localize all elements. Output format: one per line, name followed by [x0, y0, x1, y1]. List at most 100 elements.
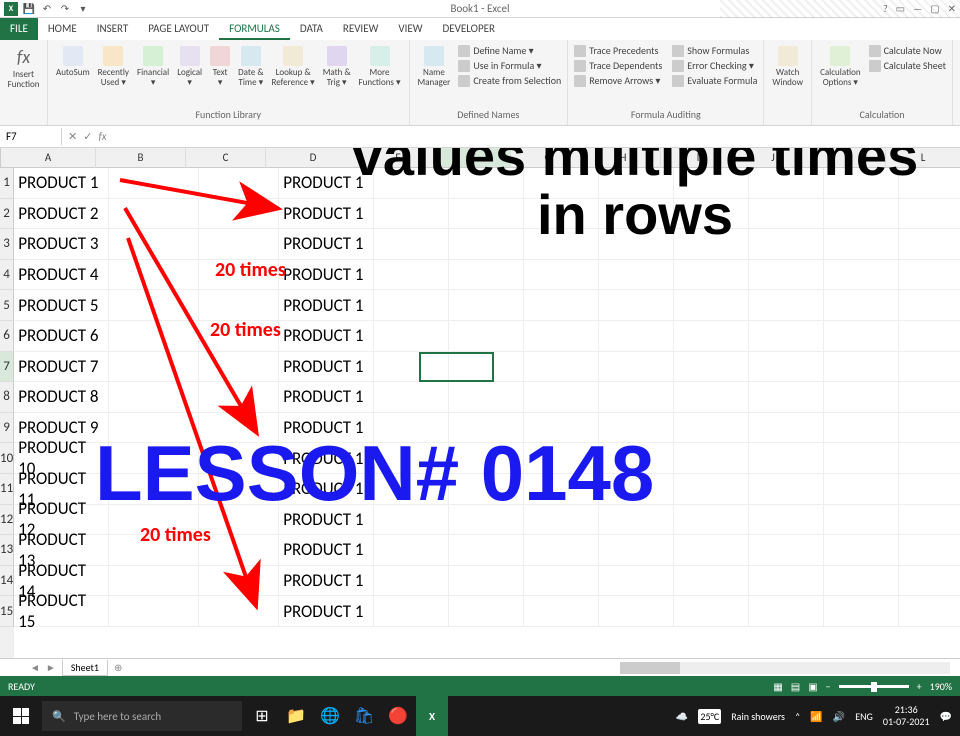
redo-icon[interactable]: ↷	[58, 2, 72, 16]
cell-A1[interactable]: PRODUCT 1	[14, 168, 109, 199]
recently-button[interactable]: Recently Used ▾	[96, 44, 131, 90]
tab-file[interactable]: FILE	[0, 18, 38, 40]
cancel-formula-icon[interactable]: ✕	[68, 130, 77, 143]
cell-C15[interactable]	[199, 596, 279, 627]
cell-L8[interactable]	[899, 382, 960, 413]
cell-G7[interactable]	[524, 352, 599, 383]
cell-H7[interactable]	[599, 352, 674, 383]
tab-formulas[interactable]: FORMULAS	[219, 18, 290, 40]
col-header-L[interactable]: L	[886, 148, 960, 168]
zoom-slider[interactable]	[839, 685, 909, 688]
cell-F9[interactable]	[449, 413, 524, 444]
cell-K14[interactable]	[824, 566, 899, 597]
cell-J1[interactable]	[749, 168, 824, 199]
zoom-in-icon[interactable]: +	[917, 680, 922, 693]
cell-G14[interactable]	[524, 566, 599, 597]
audit-remove-arrows-[interactable]: Remove Arrows ▾	[574, 74, 662, 87]
close-icon[interactable]: ✕	[948, 2, 956, 15]
cell-L12[interactable]	[899, 505, 960, 536]
cell-F15[interactable]	[449, 596, 524, 627]
row-header-15[interactable]: 15	[0, 596, 14, 627]
cell-L9[interactable]	[899, 413, 960, 444]
cell-K15[interactable]	[824, 596, 899, 627]
cell-E13[interactable]	[374, 535, 449, 566]
row-header-9[interactable]: 9	[0, 413, 14, 444]
cell-I7[interactable]	[674, 352, 749, 383]
cell-C10[interactable]	[199, 443, 279, 474]
audit-trace-dependents[interactable]: Trace Dependents	[574, 59, 662, 72]
col-header-K[interactable]: K	[811, 148, 886, 168]
cell-C4[interactable]	[199, 260, 279, 291]
tab-home[interactable]: HOME	[38, 18, 87, 40]
cell-E9[interactable]	[374, 413, 449, 444]
cell-I8[interactable]	[674, 382, 749, 413]
cell-G8[interactable]	[524, 382, 599, 413]
cell-C5[interactable]	[199, 290, 279, 321]
tray-volume-icon[interactable]: 🔊	[833, 710, 845, 723]
weather-icon[interactable]: ☁️	[676, 710, 688, 723]
cell-H4[interactable]	[599, 260, 674, 291]
cell-B14[interactable]	[109, 566, 199, 597]
task-view-icon[interactable]: ⊞	[246, 696, 278, 736]
save-icon[interactable]: 💾	[22, 2, 36, 16]
row-header-2[interactable]: 2	[0, 199, 14, 230]
cell-L6[interactable]	[899, 321, 960, 352]
add-sheet-button[interactable]: ⊕	[114, 661, 122, 674]
cell-F6[interactable]	[449, 321, 524, 352]
cell-K10[interactable]	[824, 443, 899, 474]
more-button[interactable]: More Functions ▾	[357, 44, 403, 90]
cell-K5[interactable]	[824, 290, 899, 321]
cell-H6[interactable]	[599, 321, 674, 352]
cell-B1[interactable]	[109, 168, 199, 199]
cell-B5[interactable]	[109, 290, 199, 321]
cell-H12[interactable]	[599, 505, 674, 536]
cell-J6[interactable]	[749, 321, 824, 352]
calc-calculate-sheet[interactable]: Calculate Sheet	[869, 59, 946, 72]
cell-A6[interactable]: PRODUCT 6	[14, 321, 109, 352]
tab-developer[interactable]: DEVELOPER	[433, 18, 505, 40]
defname-create-from-selection[interactable]: Create from Selection	[458, 74, 561, 87]
cell-B10[interactable]	[109, 443, 199, 474]
cell-D13[interactable]: PRODUCT 1	[279, 535, 374, 566]
cell-H8[interactable]	[599, 382, 674, 413]
cell-K11[interactable]	[824, 474, 899, 505]
cell-I15[interactable]	[674, 596, 749, 627]
cell-D11[interactable]: PRODUCT 1	[279, 474, 374, 505]
cell-E1[interactable]	[374, 168, 449, 199]
cell-D4[interactable]: PRODUCT 1	[279, 260, 374, 291]
col-header-G[interactable]: G	[511, 148, 586, 168]
col-header-D[interactable]: D	[266, 148, 361, 168]
cell-J4[interactable]	[749, 260, 824, 291]
audit-error-checking-[interactable]: Error Checking ▾	[672, 59, 757, 72]
tray-network-icon[interactable]: 📶	[810, 710, 822, 723]
tab-insert[interactable]: INSERT	[87, 18, 139, 40]
cell-G13[interactable]	[524, 535, 599, 566]
cell-A5[interactable]: PRODUCT 5	[14, 290, 109, 321]
cell-I5[interactable]	[674, 290, 749, 321]
undo-icon[interactable]: ↶	[40, 2, 54, 16]
tray-chevron-icon[interactable]: ˄	[795, 710, 800, 723]
cell-F11[interactable]	[449, 474, 524, 505]
cell-K8[interactable]	[824, 382, 899, 413]
cell-D9[interactable]: PRODUCT 1	[279, 413, 374, 444]
cell-H10[interactable]	[599, 443, 674, 474]
cell-C11[interactable]	[199, 474, 279, 505]
cell-E15[interactable]	[374, 596, 449, 627]
cell-I12[interactable]	[674, 505, 749, 536]
cell-K3[interactable]	[824, 229, 899, 260]
cell-H15[interactable]	[599, 596, 674, 627]
row-header-14[interactable]: 14	[0, 566, 14, 597]
row-header-11[interactable]: 11	[0, 474, 14, 505]
cell-B15[interactable]	[109, 596, 199, 627]
cell-H13[interactable]	[599, 535, 674, 566]
cell-K13[interactable]	[824, 535, 899, 566]
cell-F7[interactable]	[449, 352, 524, 383]
cell-I11[interactable]	[674, 474, 749, 505]
watch-window-button[interactable]: Watch Window	[770, 44, 805, 90]
cell-K7[interactable]	[824, 352, 899, 383]
insert-function-button[interactable]: fx Insert Function	[6, 44, 41, 92]
cell-J7[interactable]	[749, 352, 824, 383]
tab-view[interactable]: VIEW	[388, 18, 432, 40]
cell-G11[interactable]	[524, 474, 599, 505]
cell-E12[interactable]	[374, 505, 449, 536]
